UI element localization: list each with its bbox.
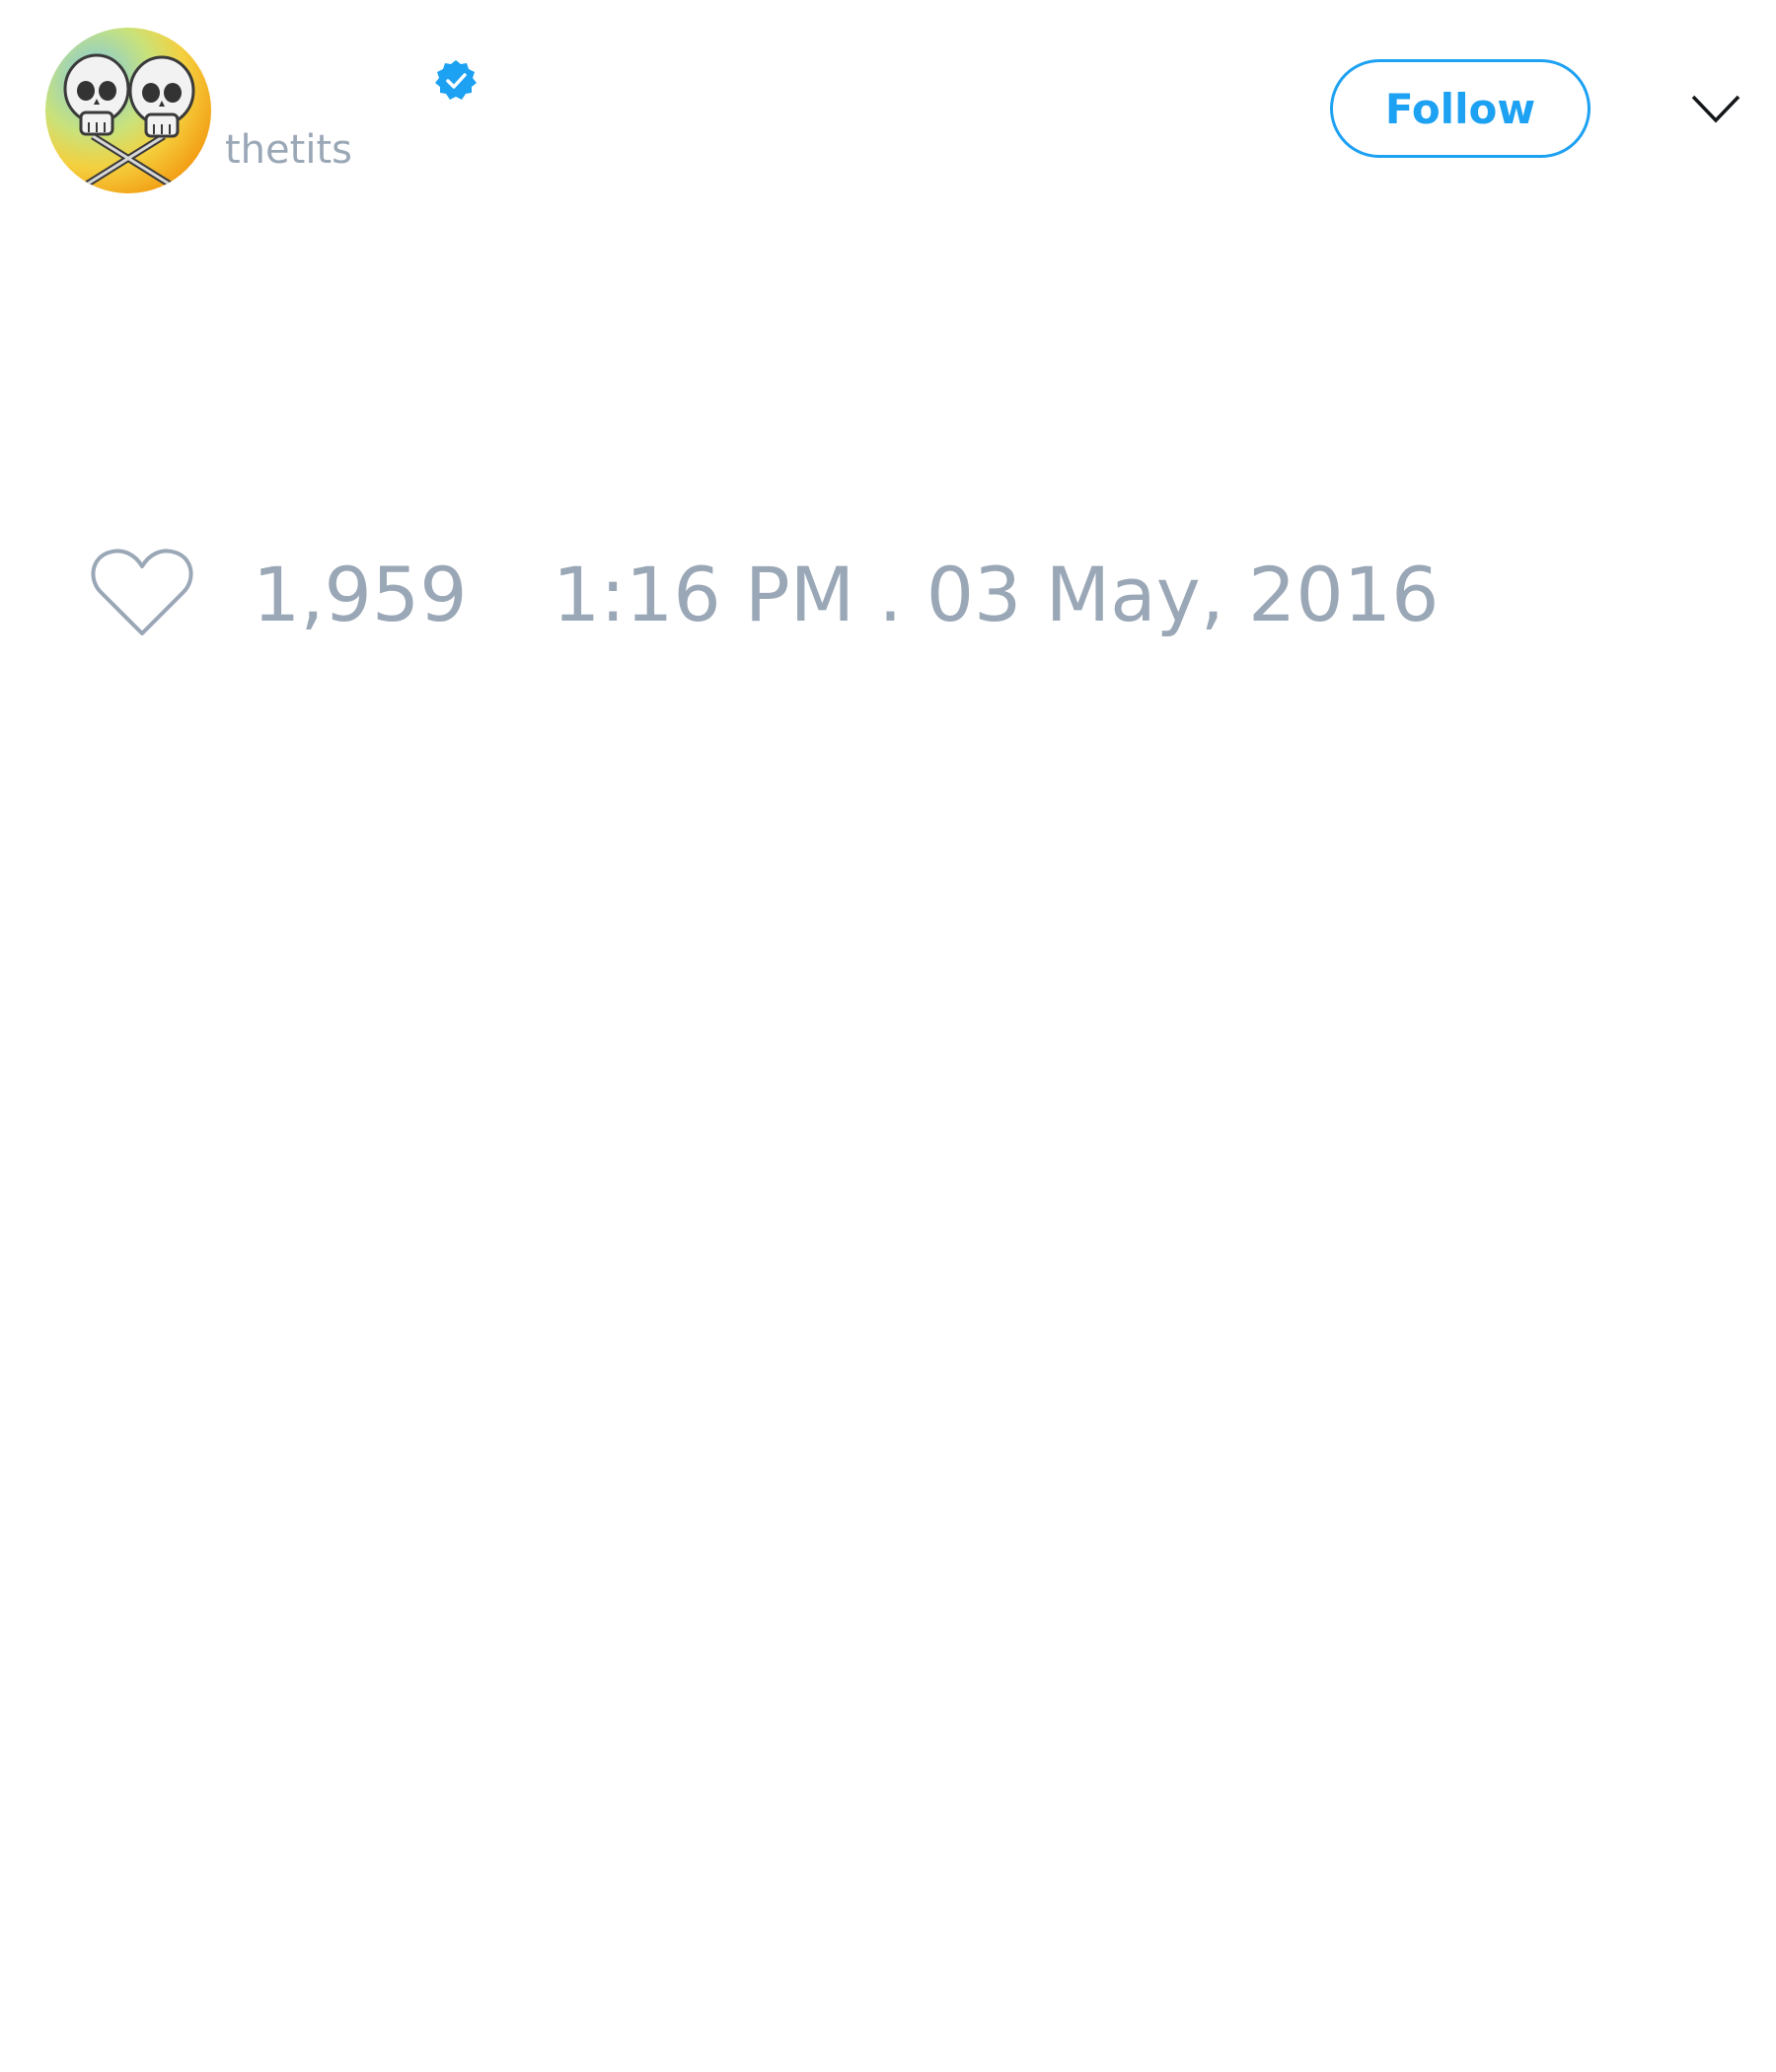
follow-button[interactable]: Follow [1330,59,1591,158]
crossed-skulls-avatar-image [63,53,195,188]
heart-icon[interactable] [89,545,195,639]
verified-badge-icon [435,60,477,100]
chevron-down-icon[interactable] [1689,89,1742,128]
tweet-timestamp[interactable]: 1:16 PM . 03 May, 2016 [553,551,1439,639]
like-count: 1,959 [253,551,468,638]
tweet-header: thetits Follow [0,0,1776,217]
tweet-footer: 1,959 1:16 PM . 03 May, 2016 [0,533,1776,651]
username[interactable]: thetits [225,126,352,174]
avatar[interactable] [45,28,211,193]
